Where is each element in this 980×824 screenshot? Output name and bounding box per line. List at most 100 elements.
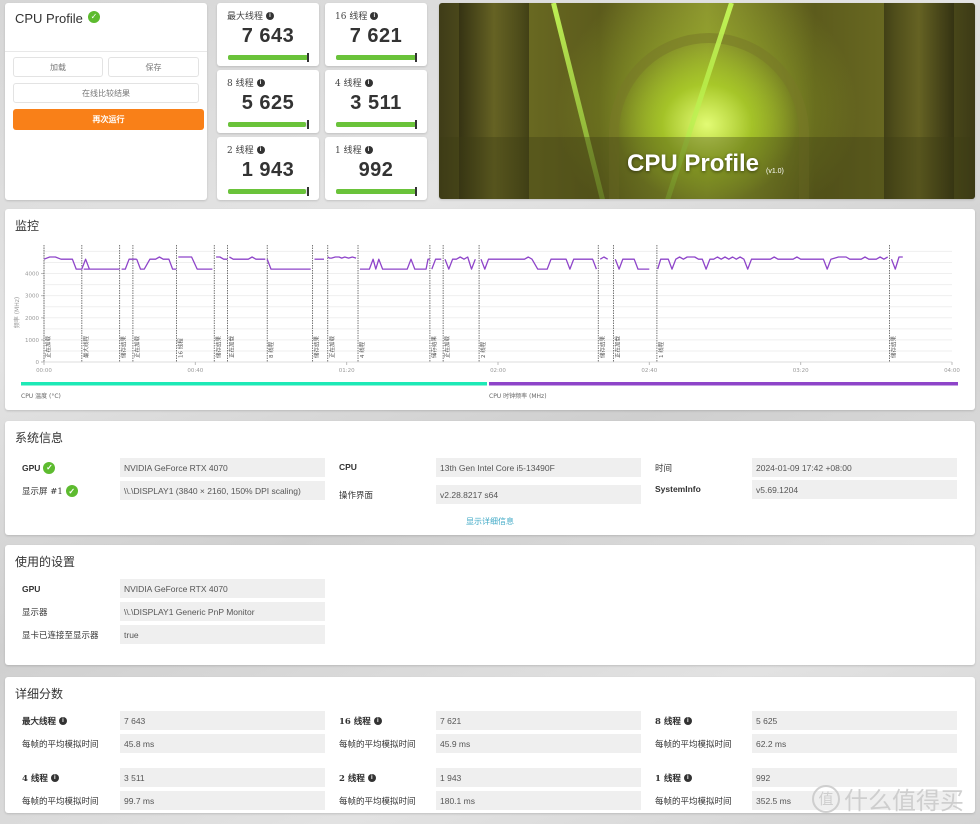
x-tick-label: 03:20 — [793, 368, 809, 374]
x-tick-label: 01:20 — [339, 368, 355, 374]
phase-marker-label: 储存结果 — [313, 335, 321, 358]
score-tile-label-text: 2 线程 — [227, 146, 254, 156]
phase-marker-label: 储存结果 — [430, 335, 438, 358]
hero-version: (v1.0) — [766, 168, 784, 175]
score-tile-label: 1 线程 i — [335, 143, 373, 156]
info-icon[interactable]: i — [256, 78, 265, 87]
profile-header: CPU Profile ✓ — [5, 3, 207, 52]
compare-online-button[interactable]: 在线比较结果 — [13, 83, 199, 103]
legend-label-cpu-temp: CPU 温度 (°C) — [21, 393, 61, 400]
score-group-label-text: 最大线程 — [22, 717, 57, 727]
frequency-line-segment — [431, 258, 442, 270]
score-progress-bar — [228, 120, 309, 129]
y-tick-label: 4000 — [25, 272, 39, 278]
score-tile-label: 2 线程 i — [227, 143, 265, 156]
legend-bar-cpu-clock — [489, 382, 958, 386]
score-group-value: 5 625 — [752, 711, 957, 730]
score-group-label-text: 2 线程 — [339, 774, 365, 784]
score-progress-bar — [336, 120, 417, 129]
phase-marker-label: 储存结果 — [890, 335, 898, 358]
score-group-value: 1 943 — [436, 768, 641, 787]
score-tile-label: 最大线程 i — [227, 9, 275, 22]
info-icon[interactable]: i — [367, 774, 376, 782]
frequency-line-segment — [43, 256, 91, 270]
score-group-value: 7 643 — [120, 711, 325, 730]
watermark: 值 什么值得买 — [812, 781, 964, 816]
save-button[interactable]: 保存 — [108, 57, 199, 77]
phase-marker-label: 正在加载 — [443, 335, 451, 358]
phase-marker-label: 正在加载 — [44, 335, 52, 358]
sysinfo-value-time: 2024-01-09 17:42 +08:00 — [752, 458, 957, 477]
score-progress-fill — [336, 55, 416, 60]
score-progress-marker — [415, 120, 417, 129]
score-tile-16-threads: 16 线程 i 7 621 — [325, 3, 427, 66]
sysinfo-value-display: \\.\DISPLAY1 (3840 × 2160, 150% DPI scal… — [120, 481, 325, 500]
info-icon[interactable]: i — [373, 717, 382, 725]
sysinfo-label-gpu: GPU ✓ — [22, 462, 56, 474]
score-progress-fill — [228, 55, 308, 60]
info-icon[interactable]: i — [364, 145, 373, 154]
info-icon[interactable]: i — [50, 774, 59, 782]
y-tick-label: 3000 — [25, 294, 39, 300]
monitor-panel: 监控 0 1000 2000 3000 4000 频率 (MHz) 00:00 00:40 01… — [5, 209, 975, 410]
info-icon[interactable]: i — [256, 145, 265, 154]
run-again-button[interactable]: 再次运行 — [13, 109, 204, 130]
phase-marker-label: 储存结果 — [598, 335, 606, 358]
score-tile-8-threads: 8 线程 i 5 625 — [217, 70, 319, 133]
profile-card: CPU Profile ✓ 加载 保存 在线比较结果 再次运行 — [5, 3, 207, 200]
sysinfo-label-cpu: CPU — [339, 462, 357, 472]
score-tile-value: 7 643 — [241, 25, 295, 47]
y-axis-label: 频率 (MHz) — [13, 297, 21, 328]
info-icon[interactable]: i — [370, 11, 379, 20]
score-progress-fill — [228, 122, 306, 127]
frequency-line-segment — [216, 256, 228, 260]
check-circle-icon: ✓ — [43, 462, 56, 474]
sysinfo-value-gpu: NVIDIA GeForce RTX 4070 — [120, 458, 325, 477]
sysinfo-value-systeminfo: v5.69.1204 — [752, 480, 957, 499]
score-tile-label: 16 线程 i — [335, 9, 379, 22]
score-tile-label-text: 8 线程 — [227, 79, 254, 89]
frame-time-label: 每帧的平均模拟时间 — [22, 740, 99, 750]
score-progress-marker — [415, 53, 417, 62]
score-tile-label: 4 线程 i — [335, 76, 373, 89]
settings-label-gpu-connected: 显卡已连接至显示器 — [22, 631, 99, 641]
score-tile-label-text: 1 线程 — [335, 146, 362, 156]
score-group-label: 8 线程 i — [655, 715, 692, 727]
frame-time-label: 每帧的平均模拟时间 — [655, 797, 732, 807]
score-tile-value: 3 511 — [350, 92, 402, 114]
info-icon[interactable]: i — [683, 774, 692, 782]
show-details-link[interactable]: 显示详细信息 — [5, 516, 975, 527]
frequency-line-segment — [657, 256, 889, 270]
score-tile-label-text: 最大线程 — [227, 12, 264, 22]
score-progress-bar — [228, 187, 309, 196]
info-icon[interactable]: i — [683, 717, 692, 725]
frame-time-label: 每帧的平均模拟时间 — [22, 797, 99, 807]
phase-marker-label: 正在加载 — [613, 335, 621, 358]
frequency-line-segment — [890, 256, 903, 270]
frame-time-label: 每帧的平均模拟时间 — [655, 740, 732, 750]
info-icon[interactable]: i — [364, 78, 373, 87]
phase-marker-label: 8 线程 — [267, 341, 275, 358]
settings-value-gpu-connected: true — [120, 625, 325, 644]
info-icon[interactable]: i — [59, 717, 68, 725]
profile-title: CPU Profile — [15, 11, 83, 26]
x-tick-label: 02:40 — [641, 368, 657, 374]
load-button[interactable]: 加载 — [13, 57, 103, 77]
frame-time-value: 180.1 ms — [436, 791, 641, 810]
score-progress-marker — [415, 187, 417, 196]
score-group-label: 16 线程 i — [339, 715, 382, 727]
x-tick-label: 04:00 — [944, 368, 960, 374]
frequency-line-segment — [599, 256, 609, 260]
frequency-line-segment — [444, 256, 476, 270]
settings-label-display: 显示器 — [22, 608, 48, 618]
info-icon[interactable]: i — [266, 11, 275, 20]
frame-time-label: 每帧的平均模拟时间 — [339, 797, 416, 807]
y-tick-label: 0 — [36, 360, 40, 366]
score-tile-4-threads: 4 线程 i 3 511 — [325, 70, 427, 133]
score-tile-value: 7 621 — [349, 25, 403, 47]
score-tile-value: 5 625 — [241, 92, 295, 114]
system-info-title: 系统信息 — [15, 431, 64, 445]
score-group-label: 2 线程 i — [339, 772, 376, 784]
sysinfo-label-display: 显示屏 #1 ✓ — [22, 485, 78, 497]
phase-marker-label: 最大线程 — [82, 335, 90, 358]
